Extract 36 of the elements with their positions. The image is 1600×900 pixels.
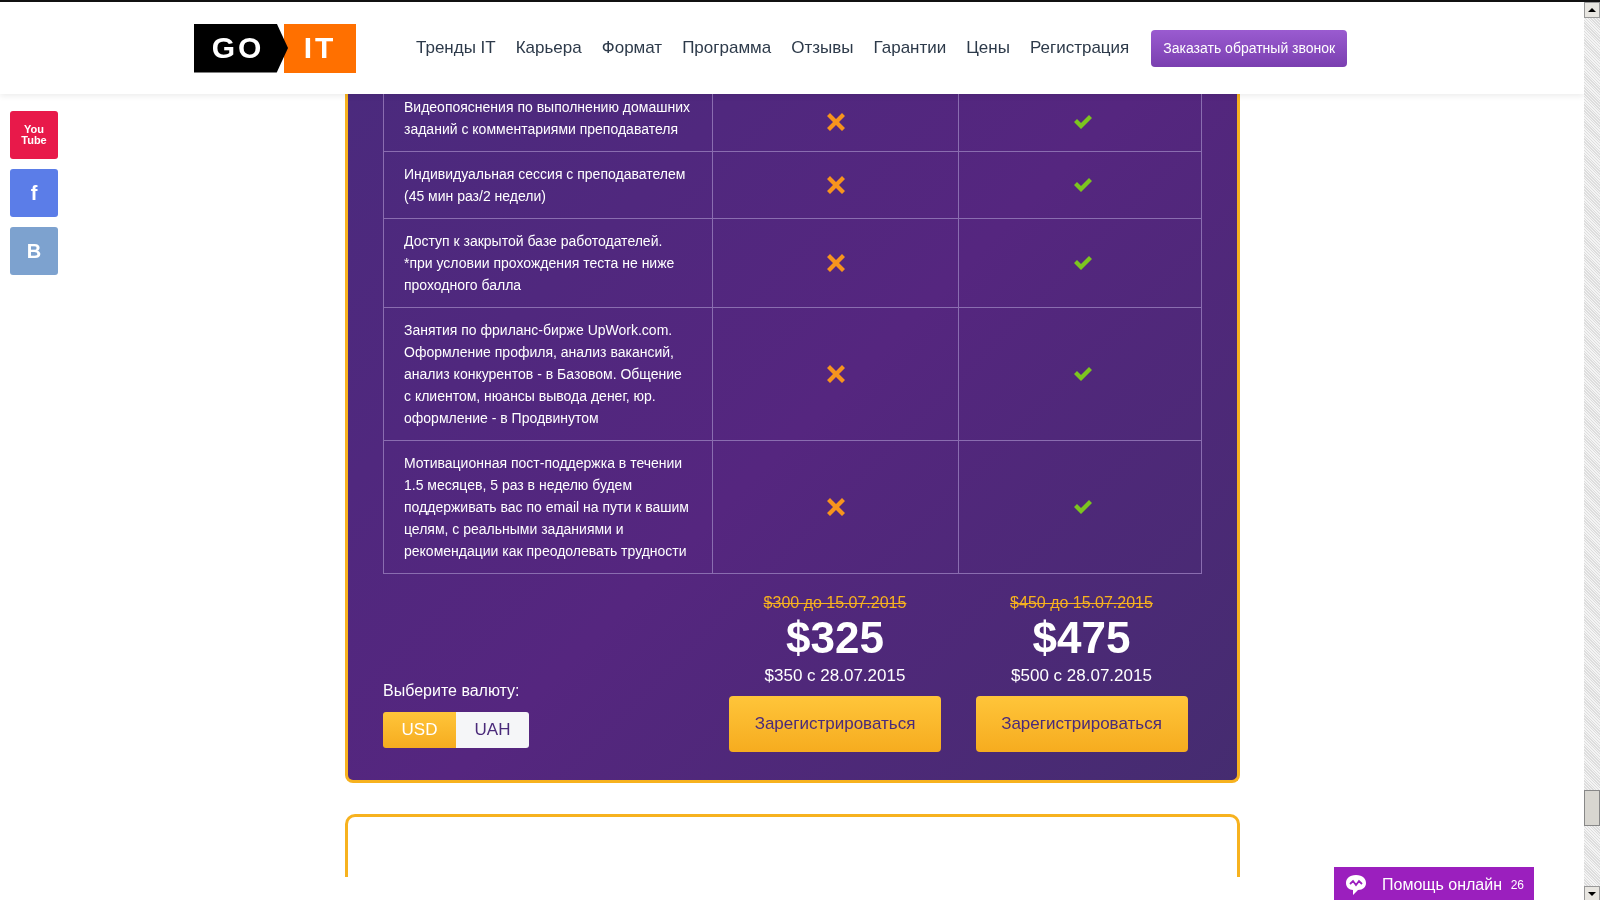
logo-text: IT [284,23,356,73]
speech-bubble-icon [1344,872,1368,897]
feature-cell: Занятия по фриланс-бирже UpWork.com. Оформление профиля, анализ вакансий, анализ конкурентов - в Базовом. Общение с клиентом, нюансы вывода денег, юр. оформление - в Продвинутом [384,308,713,440]
facebook-link[interactable]: f [10,169,58,217]
callback-button[interactable]: Заказать обратный звонок [1151,29,1348,67]
feature-cell: Видеопояснения по выполнению домашних заданий с комментариями преподавателя [384,92,713,151]
old-price: $450 до 15.07.2015 [1010,594,1153,612]
scrollbar-thumb[interactable] [1584,790,1600,826]
price: $325 [786,612,884,664]
nav-link[interactable]: Гарантии [873,38,947,58]
register-button[interactable]: Зарегистрироваться [729,696,941,752]
chat-count: 26 [1510,877,1524,892]
scroll-down-icon[interactable] [1584,886,1600,900]
youtube-link[interactable]: You Tube [10,111,58,159]
feature-cell: Индивидуальная сессия с преподавателем (45 мин раз/2 недели) [384,152,713,218]
currency-option[interactable]: UAH [456,712,529,748]
currency-label: Выберите валюту: [383,682,521,700]
nav-link[interactable]: Формат [601,38,663,58]
register-button[interactable]: Зарегистрироваться [975,696,1188,752]
nav-link[interactable]: Тренды IT [416,38,496,58]
feature-cell: Мотивационная пост-поддержка в течении 1.5 месяцев, 5 раз в неделю будем поддерживать вас по email на пути к вашим целям, с реальными заданиями и рекомендации как преодолевать трудности [384,441,713,573]
nav-link[interactable]: Отзывы [791,38,854,58]
price: $475 [1032,612,1131,664]
nav-link[interactable]: Программа [682,38,772,58]
scrollbar[interactable] [1584,2,1600,900]
chat-button[interactable]: Помощь онлайн 26 [1334,867,1534,900]
scroll-up-icon[interactable] [1584,2,1600,18]
logo[interactable]: GO IT [194,23,356,73]
nav-link[interactable]: Карьера [515,38,582,58]
nav-link[interactable]: Регистрация [1029,38,1130,58]
old-price: $300 до 15.07.2015 [763,594,907,612]
later-price: $500 с 28.07.2015 [1011,666,1152,686]
nav-link[interactable]: Цены [966,38,1010,58]
feature-cell: Доступ к закрытой базе работодателей. *при условии прохождения теста не ниже проходного балла [384,219,713,307]
later-price: $350 с 28.07.2015 [764,666,906,686]
logo-text: GO [194,23,288,73]
